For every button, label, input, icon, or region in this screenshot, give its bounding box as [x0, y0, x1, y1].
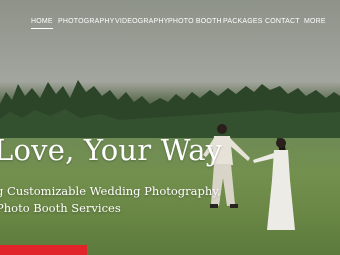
main-nav: HOME PHOTOGRAPHY VIDEOGRAPHY PHOTO BOOTH…: [0, 18, 340, 34]
nav-item-packages[interactable]: PACKAGES: [223, 18, 263, 25]
cta-button[interactable]: [0, 245, 87, 255]
nav-item-home[interactable]: HOME: [31, 18, 53, 29]
nav-item-videography[interactable]: VIDEOGRAPHY: [115, 18, 169, 25]
hero-background: HOME PHOTOGRAPHY VIDEOGRAPHY PHOTO BOOTH…: [0, 0, 340, 255]
nav-item-more[interactable]: MORE: [304, 18, 326, 25]
nav-item-contact[interactable]: CONTACT: [265, 18, 300, 25]
nav-item-photography[interactable]: PHOTOGRAPHY: [58, 18, 115, 25]
hero-headline: Love, Your Way: [0, 133, 223, 167]
nav-item-photo-booth[interactable]: PHOTO BOOTH: [168, 18, 222, 25]
hero-subtitle-line-2: Photo Booth Services: [0, 201, 121, 215]
hero-subtitle-line-1: g Customizable Wedding Photography,: [0, 184, 221, 198]
